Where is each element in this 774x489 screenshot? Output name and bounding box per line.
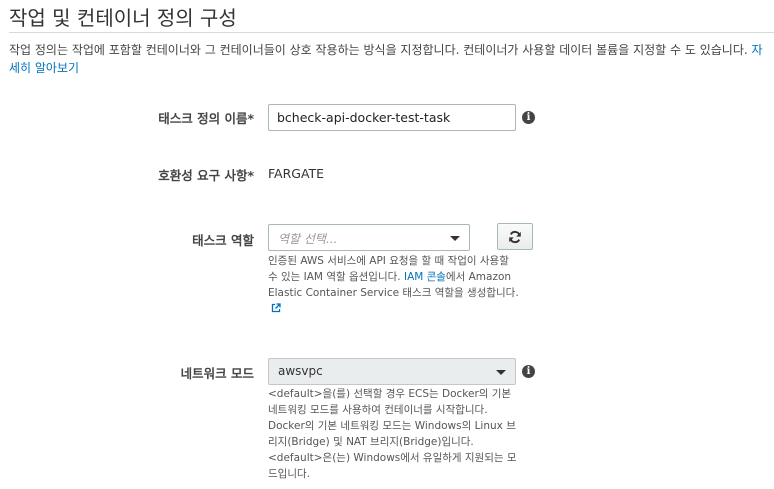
page-title: 작업 및 컨테이너 정의 구성 bbox=[9, 6, 237, 30]
external-link-icon[interactable] bbox=[271, 303, 281, 313]
network-mode-selected: awsvpc bbox=[278, 364, 323, 378]
chevron-down-icon bbox=[496, 370, 506, 375]
task-definition-name-label: 태스크 정의 이름* bbox=[158, 111, 254, 126]
section-description: 작업 정의는 작업에 포함할 컨테이너와 그 컨테이너들이 상호 작용하는 방식… bbox=[9, 41, 769, 77]
network-mode-label: 네트워크 모드 bbox=[180, 366, 254, 381]
task-role-select[interactable]: 역할 선택... bbox=[268, 224, 470, 251]
network-mode-help-line: Docker의 기본 네트워킹 모드는 Windows의 Linux 브리지(B… bbox=[268, 420, 516, 448]
refresh-icon bbox=[509, 230, 521, 244]
compatibility-label: 호환성 요구 사항* bbox=[158, 168, 254, 183]
network-mode-select[interactable]: awsvpc bbox=[268, 358, 516, 385]
task-role-help: 인증된 AWS 서비스에 API 요청을 할 때 작업이 사용할 수 있는 IA… bbox=[268, 253, 520, 317]
title-divider bbox=[9, 32, 774, 33]
info-icon[interactable]: i bbox=[522, 111, 535, 124]
network-mode-help-line: <default>을(를) 선택할 경우 ECS는 Docker의 기본 네트워… bbox=[268, 388, 512, 416]
refresh-roles-button[interactable] bbox=[497, 223, 533, 250]
task-definition-name-input[interactable] bbox=[268, 104, 516, 131]
iam-console-link[interactable]: IAM 콘솔 bbox=[404, 271, 446, 283]
task-role-placeholder: 역할 선택... bbox=[278, 232, 338, 246]
compatibility-value: FARGATE bbox=[268, 166, 325, 181]
task-role-label: 태스크 역할 bbox=[192, 233, 254, 248]
network-mode-help-line: <default>은(는) Windows에서 유일하게 지원되는 모드입니다. bbox=[268, 452, 517, 480]
info-icon[interactable]: i bbox=[522, 365, 535, 378]
network-mode-help: <default>을(를) 선택할 경우 ECS는 Docker의 기본 네트워… bbox=[268, 386, 520, 482]
chevron-down-icon bbox=[450, 236, 460, 241]
section-description-text: 작업 정의는 작업에 포함할 컨테이너와 그 컨테이너들이 상호 작용하는 방식… bbox=[9, 43, 752, 57]
